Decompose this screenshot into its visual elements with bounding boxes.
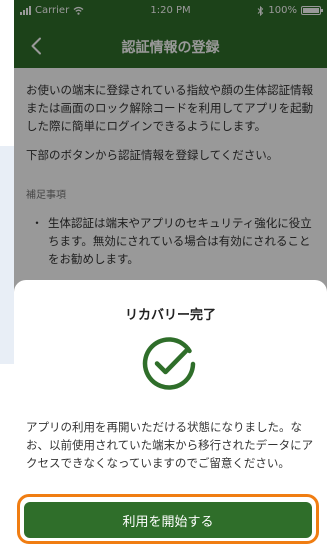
start-using-button[interactable]: 利用を開始する <box>24 502 312 538</box>
recovery-complete-sheet: リカバリー完了 アプリの利用を再開いただける状態になりました。なお、以前使用され… <box>14 280 327 557</box>
phone-screen: Carrier 1:20 PM 100% 認証情報の登録 お使いの端末に登録され… <box>14 0 327 557</box>
background-panel <box>0 146 14 364</box>
sheet-title: リカバリー完了 <box>124 308 216 323</box>
check-circle-icon <box>142 337 196 390</box>
sheet-message: アプリの利用を再開いただける状態になりました。なお、以前使用されていた端末から移… <box>26 420 314 470</box>
